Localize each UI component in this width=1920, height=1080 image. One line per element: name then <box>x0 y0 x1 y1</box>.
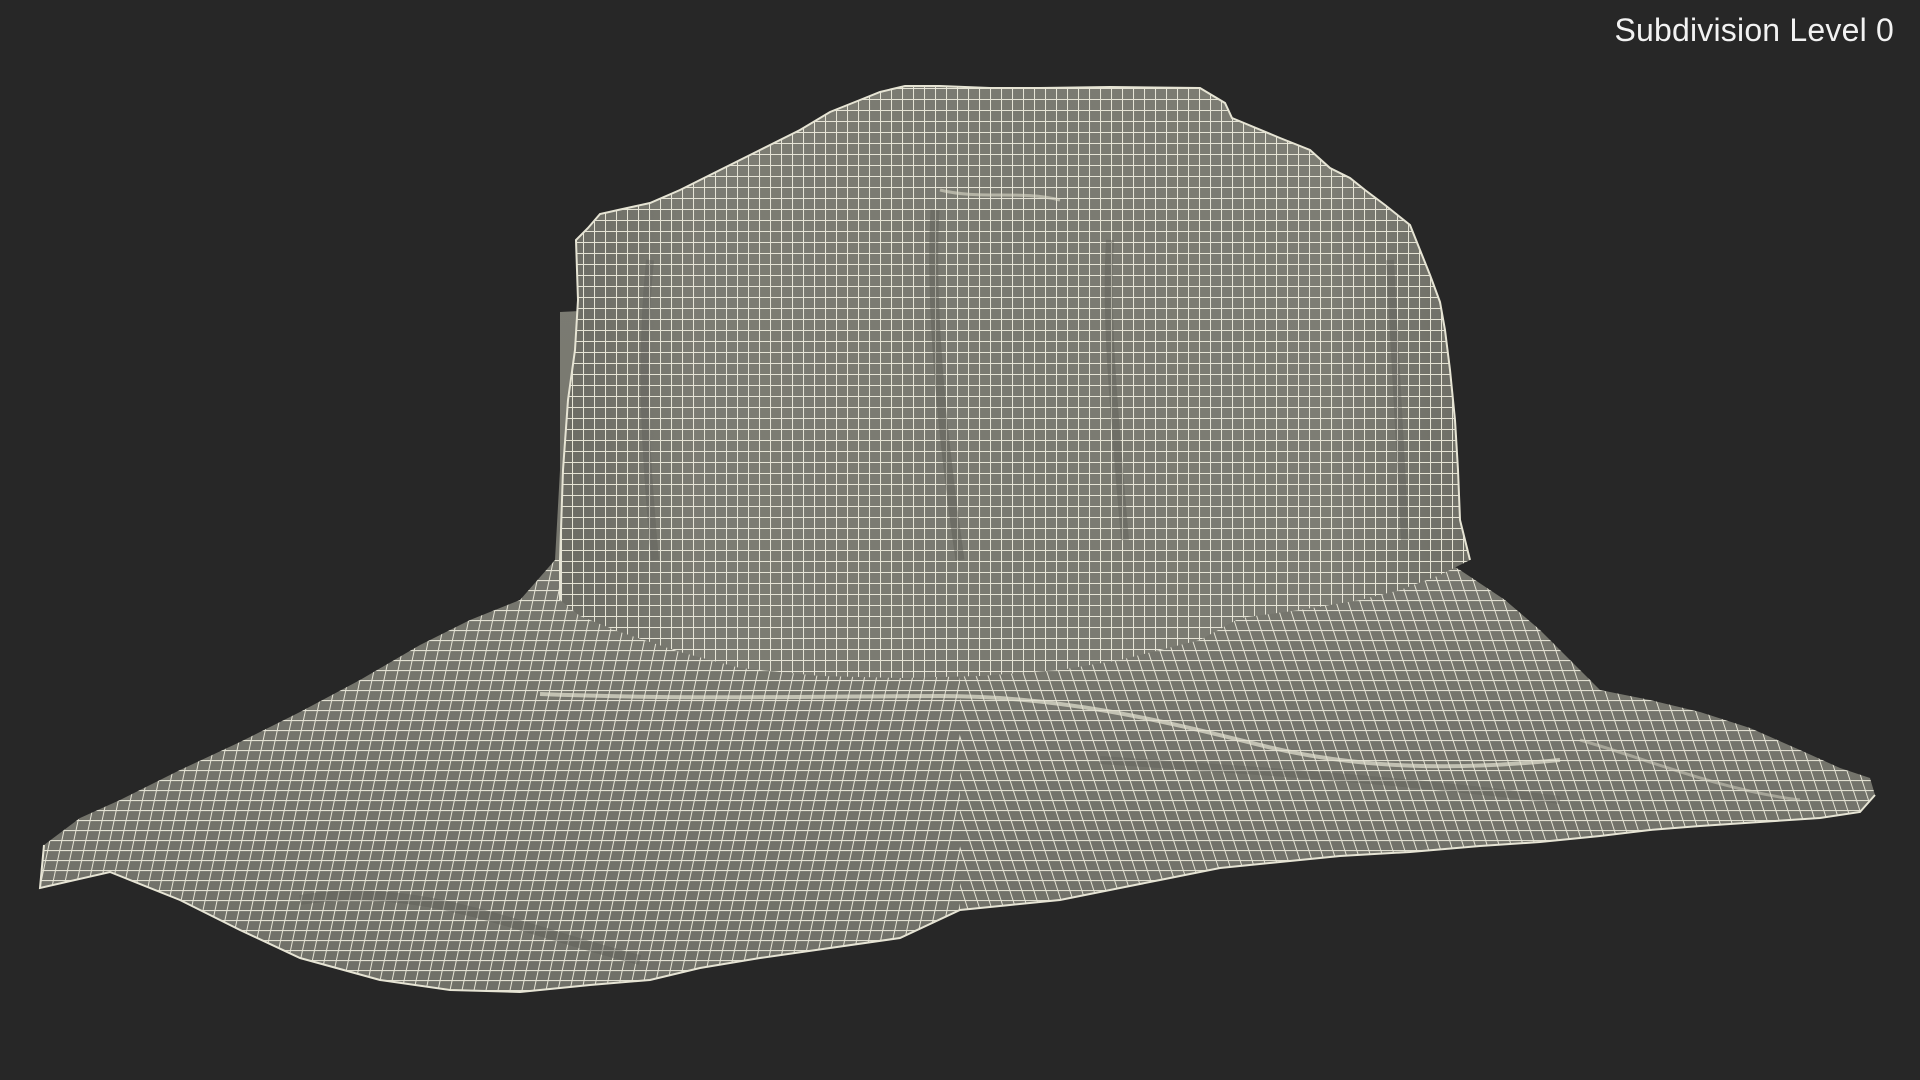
3d-viewport[interactable]: Subdivision Level 0 <box>0 0 1920 1080</box>
subdivision-level-label: Subdivision Level 0 <box>1614 12 1894 48</box>
hat-wireframe-model[interactable] <box>0 0 1920 1080</box>
